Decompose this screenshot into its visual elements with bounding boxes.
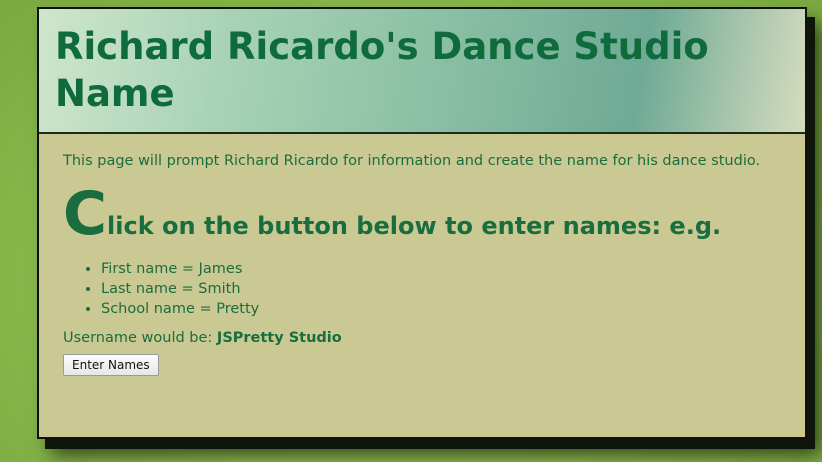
example-school-name: School name = Pretty bbox=[101, 299, 781, 319]
username-value: JSPretty Studio bbox=[216, 330, 342, 346]
page-header: Richard Ricardo's Dance Studio Name bbox=[39, 9, 805, 134]
username-label: Username would be: bbox=[63, 330, 217, 346]
example-last-name: Last name = Smith bbox=[101, 279, 781, 299]
instruction-heading-text: lick on the button below to enter names:… bbox=[107, 212, 722, 240]
enter-names-button[interactable]: Enter Names bbox=[63, 354, 159, 376]
example-first-name: First name = James bbox=[101, 259, 781, 279]
example-list: First name = James Last name = Smith Sch… bbox=[63, 259, 781, 319]
page-frame: Richard Ricardo's Dance Studio Name This… bbox=[37, 7, 807, 439]
instruction-dropcap: C bbox=[63, 179, 108, 249]
instruction-heading: Click on the button below to enter names… bbox=[63, 179, 781, 255]
intro-text: This page will prompt Richard Ricardo fo… bbox=[63, 153, 761, 169]
page-title: Richard Ricardo's Dance Studio Name bbox=[55, 25, 709, 115]
username-line: Username would be: JSPretty Studio bbox=[63, 329, 781, 348]
page-content: This page will prompt Richard Ricardo fo… bbox=[39, 134, 805, 376]
